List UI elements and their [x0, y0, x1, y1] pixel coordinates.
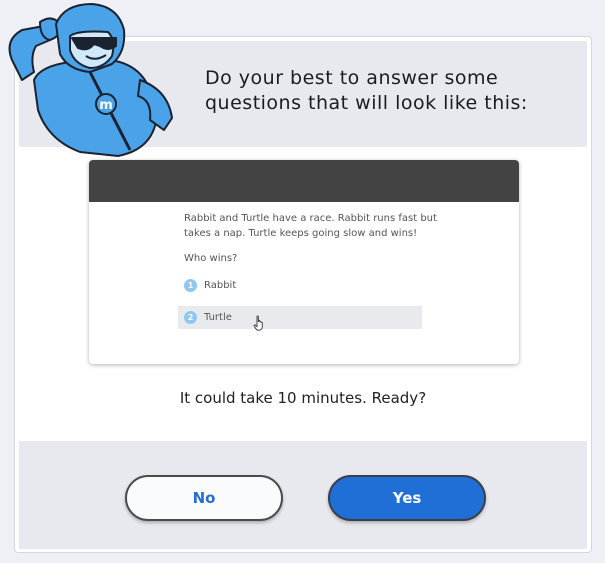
option-label: Turtle	[204, 312, 232, 323]
dialog-title: Do your best to answer some questions th…	[205, 67, 528, 114]
option-number-badge: 2	[184, 311, 197, 324]
mascot-hero-icon: m	[8, 3, 173, 157]
ready-prompt: It could take 10 minutes. Ready?	[179, 389, 427, 407]
mascot-badge-letter: m	[99, 98, 113, 113]
hand-cursor-icon	[253, 315, 263, 331]
preview-top-bar	[89, 160, 519, 202]
answer-option-turtle: 2 Turtle	[178, 306, 422, 331]
preview-body: Rabbit and Turtle have a race. Rabbit ru…	[178, 211, 444, 331]
option-number-badge: 1	[184, 279, 197, 292]
example-question-preview: Rabbit and Turtle have a race. Rabbit ru…	[89, 160, 519, 364]
answer-option-rabbit: 1 Rabbit	[184, 274, 444, 297]
no-button[interactable]: No	[125, 475, 283, 521]
question-prompt: Who wins?	[184, 253, 238, 264]
yes-button[interactable]: Yes	[328, 475, 486, 521]
option-label: Rabbit	[204, 280, 237, 291]
dialog-footer: No Yes	[19, 441, 587, 549]
question-passage: Rabbit and Turtle have a race. Rabbit ru…	[184, 213, 437, 239]
